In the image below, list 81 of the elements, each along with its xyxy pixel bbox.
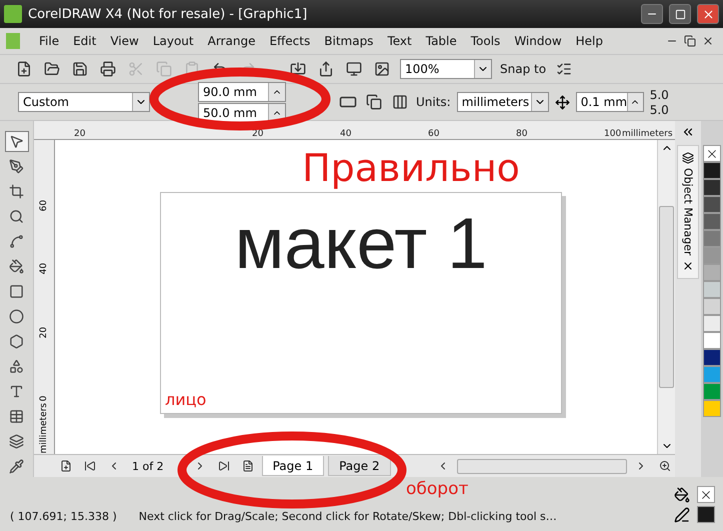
restore-icon <box>684 35 696 47</box>
color-swatch[interactable] <box>703 247 721 264</box>
menu-item[interactable]: Arrange <box>200 34 262 48</box>
page-text: макет 1 <box>234 203 488 285</box>
document-icon <box>6 33 20 49</box>
ruler-number: 0 <box>39 394 49 402</box>
color-swatch[interactable] <box>703 366 721 383</box>
snap-to-dropdown[interactable]: Snap to <box>500 62 546 76</box>
pick-tool-icon[interactable] <box>4 131 28 152</box>
ruler-unit: millimeters <box>622 129 674 139</box>
menu-item[interactable]: Effects <box>262 34 318 48</box>
status-message: Next click for Drag/Scale; Second click for Rotate/Skew; Dbl-clicking tool s… <box>138 510 557 523</box>
color-swatch[interactable] <box>703 162 721 179</box>
ruler-number: 80 <box>516 129 528 139</box>
ruler-number: 20 <box>74 129 86 139</box>
ruler-number: 40 <box>340 129 352 139</box>
outline-swatch <box>697 506 715 523</box>
ruler-unit: millimeters <box>39 402 49 454</box>
scroll-thumb[interactable] <box>456 458 627 474</box>
docker-title: Object Manager <box>682 168 694 256</box>
color-swatch[interactable] <box>703 298 721 315</box>
color-swatch[interactable] <box>703 179 721 196</box>
scroll-thumb[interactable] <box>659 206 674 388</box>
units-label: Units: <box>416 95 451 109</box>
page-tab[interactable]: Page 1 <box>262 456 324 476</box>
menu-item[interactable]: Edit <box>66 34 104 48</box>
maximize-button[interactable] <box>669 4 691 24</box>
ruler-number: 40 <box>39 262 49 275</box>
menu-item[interactable]: Help <box>568 34 610 48</box>
height-field[interactable]: 50.0 mm <box>198 102 286 122</box>
close-icon <box>702 35 714 47</box>
color-swatch[interactable] <box>703 349 721 366</box>
menu-item[interactable]: Tools <box>464 34 508 48</box>
close-button[interactable] <box>697 4 719 24</box>
duplicate-y-value: 5.0 <box>650 102 669 116</box>
menu-item[interactable]: Bitmaps <box>317 34 380 48</box>
ruler-number: 20 <box>39 326 49 338</box>
color-swatch[interactable] <box>703 281 721 298</box>
color-swatch[interactable] <box>703 213 721 230</box>
color-swatch[interactable] <box>703 383 721 400</box>
page-counter: 1 of 2 <box>132 460 164 472</box>
move-icon <box>554 94 570 110</box>
pen-icon <box>674 506 690 522</box>
annotation-text: Правильно <box>302 146 520 190</box>
width-field[interactable]: 90.0 mm <box>198 82 286 102</box>
cursor-coordinates: ( 107.691; 15.338 ) <box>10 510 117 523</box>
menu-item[interactable]: Window <box>507 34 569 48</box>
annotation-text: оборот <box>406 479 468 499</box>
units-dropdown[interactable]: millimeters <box>456 92 549 112</box>
ruler-number: 100 <box>604 129 622 139</box>
paper-type-dropdown[interactable]: Custom <box>18 92 150 112</box>
app-logo-icon <box>4 5 22 23</box>
vertical-scrollbar[interactable] <box>657 140 675 454</box>
color-swatch[interactable] <box>703 196 721 213</box>
maximize-icon <box>674 8 686 20</box>
printer-icon[interactable] <box>98 59 118 79</box>
color-swatch[interactable] <box>703 264 721 281</box>
annotation-text: лицо <box>165 390 206 409</box>
zoom-dropdown[interactable]: 100% <box>400 59 492 79</box>
fill-bucket-icon <box>674 486 690 502</box>
menu-item[interactable]: Text <box>380 34 419 48</box>
docker-tab[interactable]: Object Manager <box>677 145 699 279</box>
color-swatch[interactable] <box>703 332 721 349</box>
menu-item[interactable]: Layout <box>146 34 201 48</box>
menu-item[interactable]: View <box>103 34 146 48</box>
ruler-number: 60 <box>428 129 440 139</box>
menu-item[interactable]: Table <box>418 34 464 48</box>
duplicate-x-value: 5.0 <box>650 88 669 102</box>
page-tab[interactable]: Page 2 <box>328 456 391 476</box>
color-swatch[interactable] <box>703 400 721 417</box>
ruler-number: 60 <box>39 198 49 212</box>
no-color-swatch[interactable] <box>703 145 721 162</box>
color-swatch[interactable] <box>703 315 721 332</box>
window-title: CorelDRAW X4 (Not for resale) - [Graphic1] <box>28 6 308 22</box>
nudge-field[interactable]: 0.1 mm <box>576 92 644 112</box>
color-swatch[interactable] <box>703 230 721 247</box>
menu-item[interactable]: File <box>32 34 66 48</box>
pages-icon[interactable] <box>364 92 384 112</box>
close-icon <box>702 8 714 20</box>
layers-icon <box>682 152 694 164</box>
close-icon[interactable] <box>682 260 694 272</box>
